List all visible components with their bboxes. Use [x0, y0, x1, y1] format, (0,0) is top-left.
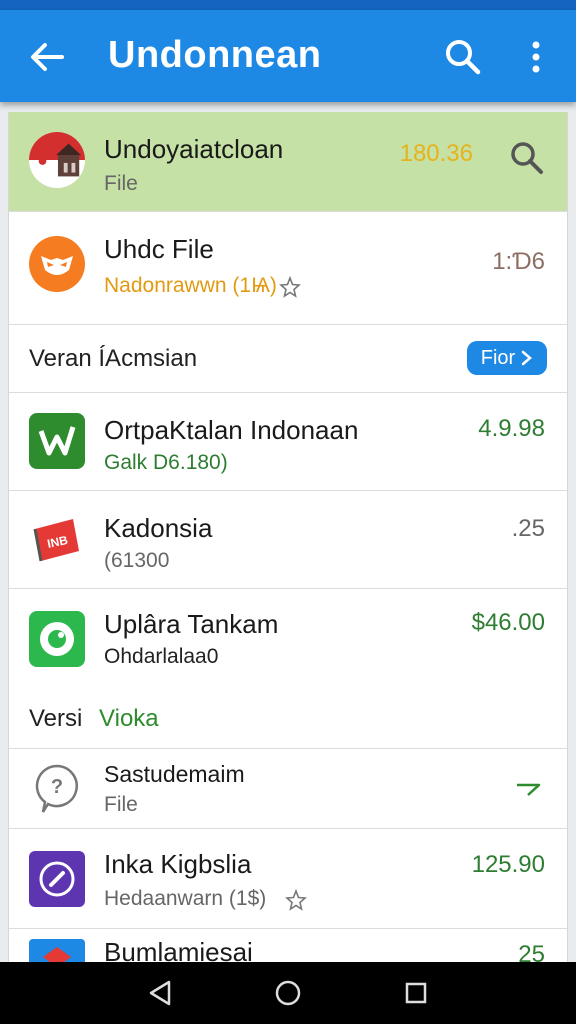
- green-circle-app-icon: [29, 611, 85, 667]
- item-subtitle: Ohdarlalaa0: [104, 645, 219, 668]
- section-label: Versi Vioka: [29, 705, 159, 733]
- item-subtitle: File: [104, 793, 138, 816]
- more-vert-icon: [532, 41, 540, 73]
- item-value: 4.9.98: [478, 415, 545, 442]
- filter-button-label: Fior: [480, 346, 516, 369]
- back-button[interactable]: [22, 34, 72, 80]
- fox-mask-icon: [29, 236, 85, 292]
- search-icon[interactable]: [509, 140, 545, 176]
- green-app-icon: [29, 413, 85, 469]
- list-item[interactable]: ? Sastudemaim File: [9, 749, 567, 829]
- item-value: $46.00: [471, 609, 545, 636]
- item-name: Uplâra Tankam: [104, 609, 279, 639]
- item-value: 25: [518, 941, 545, 962]
- list-item[interactable]: INB Kadonsia (61300 .25: [9, 491, 567, 589]
- page-title: Undonnean: [108, 34, 322, 76]
- chevron-down-icon[interactable]: [515, 783, 541, 797]
- search-icon: [446, 40, 481, 75]
- app-bar: Undonnean: [0, 10, 576, 102]
- nav-recents-button[interactable]: [396, 973, 436, 1013]
- nav-home-button[interactable]: [268, 973, 308, 1013]
- item-subtitle: (61300: [104, 549, 170, 572]
- file-list: Undoyaiatcloan File 180.36 Uhdc File Nad…: [8, 112, 568, 962]
- item-name: Inka Kigbslia: [104, 849, 252, 879]
- status-bar: [0, 0, 576, 10]
- square-recents-icon: [405, 982, 427, 1004]
- system-nav-bar: [0, 962, 576, 1024]
- circle-home-icon: [275, 980, 301, 1006]
- chevron-right-icon: [521, 350, 533, 366]
- list-item[interactable]: Uplâra Tankam Ohdarlalaa0 $46.00 Versi V…: [9, 589, 567, 749]
- item-subtitle: Galk D6.180): [104, 451, 228, 474]
- section-header: Veran ÍAcmsian Fior: [9, 325, 567, 393]
- triangle-back-icon: [149, 980, 171, 1006]
- item-name: OrtpaKtalan Indonaan: [104, 415, 359, 445]
- help-icon: ?: [29, 761, 85, 817]
- landmark-flag-icon: [29, 132, 85, 188]
- item-name: Bumlamiesai: [104, 937, 253, 962]
- star-icon: [285, 889, 307, 911]
- purple-app-icon: [29, 851, 85, 907]
- item-name: Undoyaiatcloan: [104, 134, 284, 164]
- section-label-text: Versi: [29, 705, 83, 732]
- list-item[interactable]: Inka Kigbslia Hedaanwarn (1$) 125.90: [9, 829, 567, 929]
- item-name: Kadonsia: [104, 513, 213, 543]
- list-item[interactable]: Undoyaiatcloan File 180.36: [9, 112, 567, 212]
- item-subtitle: Hedaanwarn (1$): [104, 887, 267, 910]
- svg-text:?: ?: [51, 776, 63, 798]
- search-button[interactable]: [440, 34, 486, 80]
- list-item[interactable]: Bumlamiesai 25: [9, 929, 567, 962]
- filter-button[interactable]: Fior: [467, 341, 547, 375]
- red-flag-icon: INB: [29, 511, 85, 567]
- nav-back-button[interactable]: [140, 973, 180, 1013]
- item-value: 1:Ɗ6: [492, 248, 545, 275]
- item-value: 180.36: [399, 140, 473, 167]
- item-subtitle: Nadonrawwn (1Ѩ): [104, 274, 277, 297]
- blue-app-icon: [29, 939, 85, 962]
- item-name: Sastudemaim: [104, 761, 245, 787]
- item-value: 125.90: [471, 851, 545, 878]
- more-options-button[interactable]: [518, 34, 554, 80]
- section-label-accent: Vioka: [99, 705, 159, 732]
- star-icon: [279, 276, 301, 298]
- arrow-left-icon: [31, 43, 64, 71]
- item-value: .25: [511, 515, 545, 542]
- item-name: Uhdc File: [104, 234, 214, 264]
- list-item[interactable]: Uhdc File Nadonrawwn (1Ѩ) 1:Ɗ6: [9, 212, 567, 325]
- item-subtitle: File: [104, 172, 138, 195]
- section-label: Veran ÍAcmsian: [29, 345, 198, 372]
- list-item[interactable]: OrtpaKtalan Indonaan Galk D6.180) 4.9.98: [9, 393, 567, 491]
